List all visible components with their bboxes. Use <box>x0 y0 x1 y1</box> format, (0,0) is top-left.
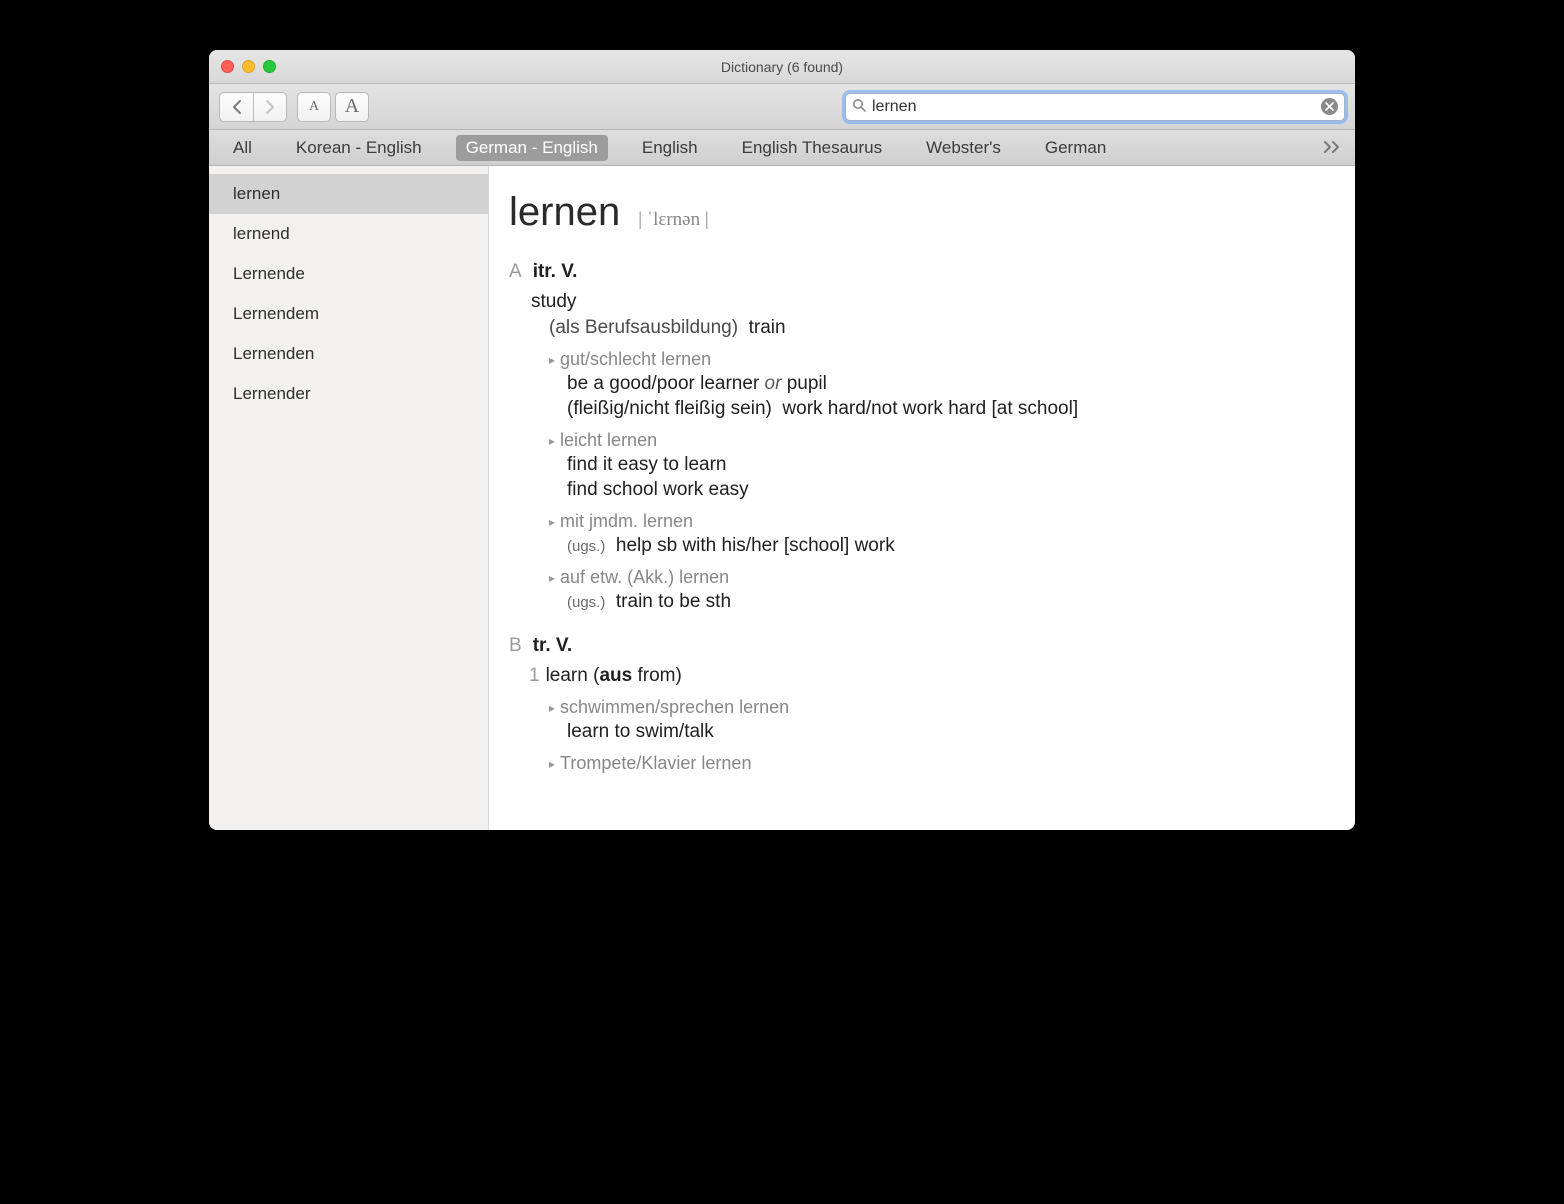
close-icon <box>1325 102 1334 111</box>
qualifier: (fleißig/nicht fleißig sein) <box>567 398 772 419</box>
minimize-icon[interactable] <box>242 60 255 73</box>
phrase: ▸ auf etw. (Akk.) lernen (ugs.) train to … <box>549 567 1325 613</box>
list-item[interactable]: Lernender <box>209 374 488 414</box>
maximize-icon[interactable] <box>263 60 276 73</box>
pos-line: B tr. V. <box>509 635 1325 657</box>
phrase-translation: find school work easy <box>567 479 1325 501</box>
phrase-translation: (ugs.) train to be sth <box>567 591 1325 613</box>
results-sidebar[interactable]: lernen lernend Lernende Lernendem Lernen… <box>209 166 489 830</box>
bullet-icon: ▸ <box>549 571 555 585</box>
bullet-icon: ▸ <box>549 434 555 448</box>
text-or: or <box>765 373 782 394</box>
phrase-head: Trompete/Klavier lernen <box>560 753 751 773</box>
text: train to be sth <box>616 591 731 612</box>
search-input[interactable] <box>872 98 1315 116</box>
list-item[interactable]: Lernenden <box>209 334 488 374</box>
forward-button[interactable] <box>253 92 287 122</box>
font-size-group: A A <box>297 92 369 122</box>
phrase-head: leicht lernen <box>560 430 657 450</box>
titlebar: Dictionary (6 found) <box>209 50 1355 84</box>
phrase-translation: be a good/poor learner or pupil <box>567 373 1325 395</box>
list-item[interactable]: lernend <box>209 214 488 254</box>
nav-group <box>219 92 287 122</box>
window-title: Dictionary (6 found) <box>209 59 1355 75</box>
search-field[interactable] <box>845 93 1345 121</box>
part-of-speech: tr. V. <box>533 635 572 656</box>
subsense-number: 1 <box>529 665 540 686</box>
phrase: ▸ leicht lernen find it easy to learn fin… <box>549 430 1325 501</box>
phrase-translation: learn to swim/talk <box>567 721 1325 743</box>
text: help sb with his/her [school] work <box>616 535 895 556</box>
text-bold: aus <box>599 665 632 686</box>
phrase-head: mit jmdm. lernen <box>560 511 693 531</box>
text: pupil <box>781 373 826 394</box>
text: from) <box>632 665 682 686</box>
bullet-icon: ▸ <box>549 757 555 771</box>
phrase-translation: find it easy to learn <box>567 454 1325 476</box>
body: lernen lernend Lernende Lernendem Lernen… <box>209 166 1355 830</box>
pos-line: A itr. V. <box>509 261 1325 283</box>
dictionary-window: Dictionary (6 found) A A All Kor <box>209 50 1355 830</box>
bullet-icon: ▸ <box>549 701 555 715</box>
register-note: (ugs.) <box>567 538 605 555</box>
definition: study <box>531 291 1325 313</box>
phrase-translation: (fleißig/nicht fleißig sein) work hard/n… <box>567 398 1325 420</box>
phrase-head: schwimmen/sprechen lernen <box>560 697 789 717</box>
chevron-right-icon <box>265 100 275 114</box>
phrase: ▸ gut/schlecht lernen be a good/poor lear… <box>549 349 1325 420</box>
sense-label: B <box>509 635 522 656</box>
tab-german[interactable]: German <box>1035 135 1116 161</box>
headword: lernen <box>509 190 620 235</box>
phrase-translation: (ugs.) help sb with his/her [school] wor… <box>567 535 1325 557</box>
search-icon <box>852 98 866 115</box>
tab-korean-english[interactable]: Korean - English <box>286 135 432 161</box>
phrase: ▸ mit jmdm. lernen (ugs.) help sb with hi… <box>549 511 1325 557</box>
font-smaller-button[interactable]: A <box>297 92 331 122</box>
tab-english[interactable]: English <box>632 135 708 161</box>
tab-all[interactable]: All <box>223 135 262 161</box>
text: be a good/poor learner <box>567 373 765 394</box>
sense-label: A <box>509 261 522 282</box>
pronunciation: | ˈlɛrnən | <box>638 209 708 231</box>
qualifier: (als Berufsausbildung) <box>549 317 738 338</box>
register-note: (ugs.) <box>567 594 605 611</box>
bullet-icon: ▸ <box>549 353 555 367</box>
bullet-icon: ▸ <box>549 515 555 529</box>
entry-content[interactable]: lernen | ˈlɛrnən | A itr. V. study (als … <box>489 166 1355 830</box>
list-item[interactable]: Lernendem <box>209 294 488 334</box>
sense-a: A itr. V. study (als Berufsausbildung) t… <box>509 261 1325 613</box>
phrase-head: gut/schlecht lernen <box>560 349 711 369</box>
list-item[interactable]: lernen <box>209 174 488 214</box>
back-button[interactable] <box>219 92 253 122</box>
toolbar: A A <box>209 84 1355 130</box>
clear-search-button[interactable] <box>1321 98 1338 115</box>
subsense: 1 learn (aus from) <box>529 665 1325 687</box>
chevrons-right-icon <box>1323 141 1341 153</box>
sense-b: B tr. V. 1 learn (aus from) ▸ schwimmen/sp… <box>509 635 1325 774</box>
phrase-head: auf etw. (Akk.) lernen <box>560 567 729 587</box>
phrase: ▸ schwimmen/sprechen lernen learn to swim… <box>549 697 1325 743</box>
qualifier-translation: train <box>749 317 786 338</box>
phrase: ▸ Trompete/Klavier lernen <box>549 753 1325 774</box>
window-controls <box>209 60 276 73</box>
headline: lernen | ˈlɛrnən | <box>509 190 1325 235</box>
tabs-overflow-button[interactable] <box>1323 138 1341 158</box>
part-of-speech: itr. V. <box>533 261 578 282</box>
tab-websters[interactable]: Webster's <box>916 135 1011 161</box>
font-larger-button[interactable]: A <box>335 92 369 122</box>
text: work hard/not work hard [at school] <box>782 398 1078 419</box>
close-icon[interactable] <box>221 60 234 73</box>
tab-english-thesaurus[interactable]: English Thesaurus <box>732 135 893 161</box>
list-item[interactable]: Lernende <box>209 254 488 294</box>
text: learn ( <box>546 665 600 686</box>
qualifier-line: (als Berufsausbildung) train <box>549 317 1325 339</box>
tab-german-english[interactable]: German - English <box>456 135 608 161</box>
source-tabs: All Korean - English German - English En… <box>209 130 1355 166</box>
chevron-left-icon <box>232 100 242 114</box>
